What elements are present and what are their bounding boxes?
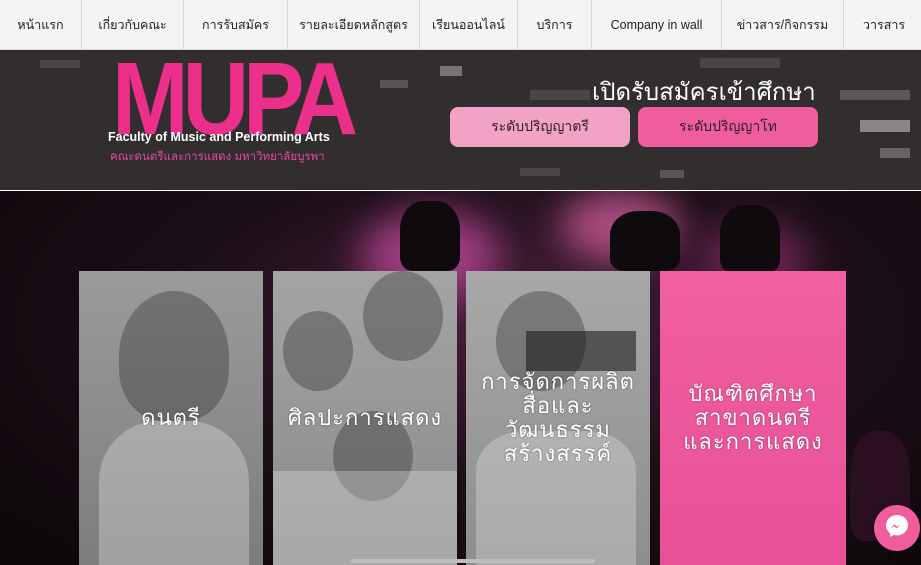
dancer-silhouette [610, 211, 680, 271]
nav-item-about[interactable]: เกี่ยวกับคณะ [82, 0, 184, 49]
program-card-label: ดนตรี [141, 405, 201, 430]
photo-actor [363, 271, 443, 361]
nav-item-curriculum[interactable]: รายละเอียดหลักสูตร [288, 0, 420, 49]
program-card-label: การจัดการผลิต สื่อและ วัฒนธรรม สร้างสรรค… [481, 369, 635, 466]
top-navigation: หน้าแรก เกี่ยวกับคณะ การรับสมัคร รายละเอ… [0, 0, 921, 50]
program-card-label: ศิลปะการแสดง [287, 405, 443, 430]
photo-student-body [99, 421, 249, 565]
nav-item-admission[interactable]: การรับสมัคร [184, 0, 288, 49]
logo-english-name: Faculty of Music and Performing Arts [108, 130, 330, 144]
messenger-chat-button[interactable] [874, 505, 920, 551]
bachelor-degree-button[interactable]: ระดับปริญญาตรี [450, 107, 630, 147]
decor-pixel [660, 170, 684, 178]
program-card-media-production[interactable]: การจัดการผลิต สื่อและ วัฒนธรรม สร้างสรรค… [466, 271, 650, 565]
messenger-icon [884, 513, 910, 543]
decor-pixel [860, 120, 910, 132]
nav-item-online-learning[interactable]: เรียนออนไลน์ [420, 0, 518, 49]
photo-video-camera [526, 331, 636, 371]
hero-section: ดนตรี ศิลปะการแสดง การจัดการผลิต สื่อและ… [0, 191, 921, 565]
program-card-music[interactable]: ดนตรี [79, 271, 263, 565]
program-card-performing-arts[interactable]: ศิลปะการแสดง [273, 271, 457, 565]
nav-item-home[interactable]: หน้าแรก [0, 0, 82, 49]
dancer-silhouette [720, 205, 780, 273]
decor-pixel [840, 90, 910, 100]
decor-pixel [380, 80, 408, 88]
photo-actor [283, 311, 353, 391]
decor-pixel [440, 66, 462, 76]
master-degree-button[interactable]: ระดับปริญญาโท [638, 107, 818, 147]
program-card-label: บัณฑิตศึกษา สาขาดนตรี และการแสดง [683, 381, 823, 454]
dancer-silhouette [400, 201, 460, 271]
nav-item-journal[interactable]: วารสาร [844, 0, 921, 49]
decor-pixel [880, 148, 910, 158]
decor-pixel [700, 58, 780, 68]
logo-thai-name: คณะดนตรีและการแสดง มหาวิทยาลัยบูรพา [110, 151, 325, 163]
nav-item-news[interactable]: ข่าวสาร/กิจกรรม [722, 0, 844, 49]
decor-pixel [530, 90, 590, 100]
decor-pixel [520, 168, 560, 176]
horizontal-scrollbar[interactable] [350, 559, 595, 563]
admission-open-title: เปิดรับสมัครเข้าศึกษา [592, 79, 816, 106]
decor-pixel [40, 60, 80, 68]
photo-actors-body [273, 471, 457, 565]
program-card-graduate-studies[interactable]: บัณฑิตศึกษา สาขาดนตรี และการแสดง [660, 271, 846, 565]
nav-item-company-in-wall[interactable]: Company in wall [592, 0, 722, 49]
header-banner: MUPA Faculty of Music and Performing Art… [0, 50, 921, 190]
nav-item-services[interactable]: บริการ [518, 0, 592, 49]
photo-student-violin [119, 291, 229, 421]
